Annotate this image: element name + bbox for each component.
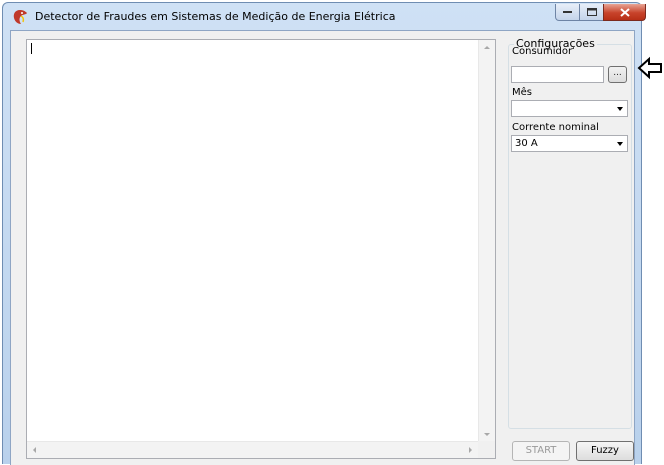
chevron-down-icon	[617, 107, 623, 111]
app-window: Detector de Fraudes em Sistemas de Mediç…	[2, 2, 646, 465]
text-caret	[31, 43, 32, 54]
scroll-corner	[478, 441, 495, 458]
window-title: Detector de Fraudes em Sistemas de Mediç…	[35, 10, 396, 23]
minimize-icon	[563, 11, 572, 13]
close-icon	[619, 7, 630, 17]
consumer-input[interactable]	[511, 66, 604, 83]
scroll-right-icon[interactable]	[469, 447, 472, 453]
maximize-button[interactable]	[579, 4, 604, 21]
output-textarea[interactable]	[26, 39, 496, 459]
month-label: Mês	[512, 87, 532, 98]
current-label: Corrente nominal	[512, 122, 599, 133]
start-button[interactable]: START	[512, 441, 570, 461]
close-button[interactable]	[603, 4, 646, 21]
consumer-label: Consumidor	[512, 46, 573, 57]
vertical-scrollbar[interactable]	[478, 40, 495, 442]
browse-button[interactable]: ...	[608, 66, 627, 83]
current-select[interactable]: 30 A	[511, 135, 628, 152]
chevron-down-icon	[617, 142, 623, 146]
title-bar[interactable]: Detector de Fraudes em Sistemas de Mediç…	[3, 3, 646, 30]
horizontal-scrollbar[interactable]	[27, 441, 478, 458]
dragon-app-icon	[13, 10, 27, 24]
scroll-up-icon[interactable]	[484, 46, 490, 49]
config-groupbox: Configurações Consumidor ... Mês Corrent…	[508, 37, 632, 429]
month-select[interactable]	[511, 100, 628, 117]
maximize-icon	[586, 8, 597, 16]
client-area: Configurações Consumidor ... Mês Corrent…	[10, 30, 635, 465]
current-select-value: 30 A	[515, 138, 538, 149]
minimize-button[interactable]	[555, 4, 580, 21]
scroll-left-icon[interactable]	[33, 447, 36, 453]
fuzzy-button[interactable]: Fuzzy	[576, 441, 634, 461]
pointer-arrow-icon	[637, 56, 662, 80]
scroll-down-icon[interactable]	[484, 433, 490, 436]
